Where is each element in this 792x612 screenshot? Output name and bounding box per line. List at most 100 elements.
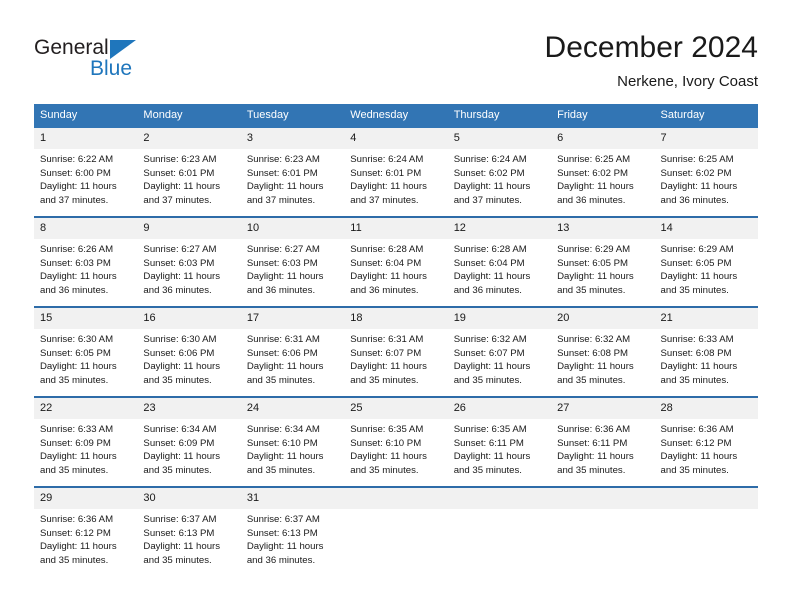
sunrise-text: Sunrise: 6:32 AM (557, 334, 631, 345)
day-number: 29 (34, 488, 138, 509)
day-sun-info: Sunrise: 6:27 AM Sunset: 6:03 PM Daylight:… (137, 239, 240, 297)
daylight-text-line2: and 36 minutes. (40, 284, 109, 296)
day-number: 19 (447, 308, 552, 329)
daylight-text-line2: and 37 minutes. (453, 194, 522, 206)
calendar-day-cell[interactable]: 5 Sunrise: 6:24 AM Sunset: 6:02 PM Daylight… (447, 128, 552, 216)
sunset-text: Sunset: 6:09 PM (143, 437, 215, 449)
calendar-day-cell[interactable]: 7 Sunrise: 6:25 AM Sunset: 6:02 PM Daylight… (654, 128, 758, 216)
calendar-day-cell[interactable]: 29 Sunrise: 6:36 AM Sunset: 6:12 PM Dayligh… (34, 488, 138, 576)
day-sun-info: Sunrise: 6:22 AM Sunset: 6:00 PM Daylight:… (34, 149, 137, 207)
calendar-day-cell[interactable]: 17 Sunrise: 6:31 AM Sunset: 6:06 PM Dayligh… (240, 308, 345, 396)
calendar-day-cell[interactable]: 30 Sunrise: 6:37 AM Sunset: 6:13 PM Dayligh… (137, 488, 241, 576)
weekday-header-friday: Friday (557, 109, 588, 121)
calendar-day-cell[interactable]: 26 Sunrise: 6:35 AM Sunset: 6:11 PM Dayligh… (447, 398, 552, 486)
daylight-text-line2: and 35 minutes. (660, 284, 729, 296)
day-number (447, 488, 552, 509)
calendar-week-row: 8 Sunrise: 6:26 AM Sunset: 6:03 PM Daylight… (34, 216, 758, 306)
calendar-day-cell-empty (344, 488, 448, 576)
daylight-text-line1: Daylight: 11 hours (557, 451, 634, 463)
day-sun-info: Sunrise: 6:36 AM Sunset: 6:12 PM Daylight:… (655, 419, 758, 477)
day-number: 17 (240, 308, 345, 329)
calendar-day-cell[interactable]: 10 Sunrise: 6:27 AM Sunset: 6:03 PM Dayligh… (240, 218, 345, 306)
calendar-day-cell[interactable]: 14 Sunrise: 6:29 AM Sunset: 6:05 PM Dayligh… (654, 218, 758, 306)
daylight-text-line2: and 37 minutes. (143, 194, 212, 206)
sunset-text: Sunset: 6:09 PM (40, 437, 111, 449)
calendar-day-cell[interactable]: 24 Sunrise: 6:34 AM Sunset: 6:10 PM Dayligh… (240, 398, 345, 486)
daylight-text-line1: Daylight: 11 hours (350, 361, 427, 373)
calendar-day-cell[interactable]: 18 Sunrise: 6:31 AM Sunset: 6:07 PM Dayligh… (344, 308, 448, 396)
sunrise-text: Sunrise: 6:27 AM (246, 244, 320, 255)
sunrise-text: Sunrise: 6:31 AM (350, 334, 424, 345)
calendar-day-cell[interactable]: 27 Sunrise: 6:36 AM Sunset: 6:11 PM Dayligh… (551, 398, 655, 486)
page-header: General Blue December 2024 Nerkene, Ivor… (0, 0, 792, 100)
calendar-day-cell[interactable]: 1 Sunrise: 6:22 AM Sunset: 6:00 PM Daylight… (34, 128, 138, 216)
daylight-text-line2: and 36 minutes. (246, 284, 316, 296)
daylight-text-line1: Daylight: 11 hours (350, 271, 427, 283)
calendar-day-cell[interactable]: 19 Sunrise: 6:32 AM Sunset: 6:07 PM Dayligh… (447, 308, 552, 396)
calendar-day-cell[interactable]: 2 Sunrise: 6:23 AM Sunset: 6:01 PM Daylight… (137, 128, 241, 216)
day-number: 24 (240, 398, 345, 419)
day-number: 31 (240, 488, 345, 509)
day-number: 10 (240, 218, 345, 239)
sunrise-text: Sunrise: 6:33 AM (660, 334, 734, 345)
day-number: 4 (344, 128, 448, 149)
sunset-text: Sunset: 6:10 PM (246, 437, 318, 449)
daylight-text-line1: Daylight: 11 hours (453, 451, 531, 463)
calendar-day-cell[interactable]: 11 Sunrise: 6:28 AM Sunset: 6:04 PM Dayligh… (344, 218, 448, 306)
sunrise-text: Sunrise: 6:34 AM (246, 424, 320, 435)
day-sun-info: Sunrise: 6:23 AM Sunset: 6:01 PM Daylight:… (241, 149, 344, 207)
day-sun-info: Sunrise: 6:36 AM Sunset: 6:12 PM Daylight:… (34, 509, 137, 567)
calendar-day-cell[interactable]: 13 Sunrise: 6:29 AM Sunset: 6:05 PM Dayligh… (551, 218, 655, 306)
sunrise-text: Sunrise: 6:36 AM (660, 424, 734, 435)
day-sun-info: Sunrise: 6:23 AM Sunset: 6:01 PM Daylight:… (137, 149, 240, 207)
calendar-day-cell[interactable]: 15 Sunrise: 6:30 AM Sunset: 6:05 PM Dayligh… (34, 308, 138, 396)
calendar-day-cell[interactable]: 3 Sunrise: 6:23 AM Sunset: 6:01 PM Daylight… (240, 128, 345, 216)
day-number: 3 (240, 128, 345, 149)
daylight-text-line2: and 35 minutes. (40, 554, 109, 566)
daylight-text-line1: Daylight: 11 hours (143, 541, 221, 553)
daylight-text-line2: and 36 minutes. (453, 284, 522, 296)
daylight-text-line1: Daylight: 11 hours (660, 361, 738, 373)
calendar-day-cell[interactable]: 16 Sunrise: 6:30 AM Sunset: 6:06 PM Dayligh… (137, 308, 241, 396)
daylight-text-line1: Daylight: 11 hours (40, 361, 117, 373)
day-sun-info: Sunrise: 6:31 AM Sunset: 6:06 PM Daylight:… (241, 329, 344, 387)
daylight-text-line2: and 37 minutes. (350, 194, 419, 206)
day-sun-info: Sunrise: 6:24 AM Sunset: 6:02 PM Daylight:… (448, 149, 551, 207)
daylight-text-line2: and 37 minutes. (246, 194, 316, 206)
daylight-text-line2: and 36 minutes. (143, 284, 212, 296)
calendar-day-cell[interactable]: 25 Sunrise: 6:35 AM Sunset: 6:10 PM Dayligh… (344, 398, 448, 486)
day-number: 6 (551, 128, 655, 149)
weekday-header-thursday: Thursday (453, 109, 500, 121)
calendar-day-cell[interactable]: 23 Sunrise: 6:34 AM Sunset: 6:09 PM Dayligh… (137, 398, 241, 486)
sunset-text: Sunset: 6:07 PM (453, 347, 525, 359)
calendar-day-cell[interactable]: 22 Sunrise: 6:33 AM Sunset: 6:09 PM Dayligh… (34, 398, 138, 486)
sunrise-text: Sunrise: 6:37 AM (246, 514, 320, 525)
general-blue-logo[interactable]: General Blue (34, 36, 214, 88)
daylight-text-line1: Daylight: 11 hours (40, 181, 117, 193)
day-sun-info: Sunrise: 6:32 AM Sunset: 6:07 PM Daylight:… (448, 329, 551, 387)
sunset-text: Sunset: 6:01 PM (350, 167, 422, 179)
day-number: 27 (551, 398, 655, 419)
calendar-day-cell[interactable]: 9 Sunrise: 6:27 AM Sunset: 6:03 PM Daylight… (137, 218, 241, 306)
sunrise-text: Sunrise: 6:29 AM (660, 244, 734, 255)
calendar-week-row: 22 Sunrise: 6:33 AM Sunset: 6:09 PM Dayligh… (34, 396, 758, 486)
calendar-day-cell[interactable]: 31 Sunrise: 6:37 AM Sunset: 6:13 PM Dayligh… (240, 488, 345, 576)
sunrise-text: Sunrise: 6:28 AM (350, 244, 424, 255)
calendar-day-cell[interactable]: 4 Sunrise: 6:24 AM Sunset: 6:01 PM Daylight… (344, 128, 448, 216)
day-sun-info: Sunrise: 6:33 AM Sunset: 6:08 PM Daylight:… (655, 329, 758, 387)
daylight-text-line1: Daylight: 11 hours (660, 451, 738, 463)
day-number: 28 (654, 398, 758, 419)
calendar-day-cell[interactable]: 20 Sunrise: 6:32 AM Sunset: 6:08 PM Dayligh… (551, 308, 655, 396)
calendar-day-cell[interactable]: 28 Sunrise: 6:36 AM Sunset: 6:12 PM Dayligh… (654, 398, 758, 486)
sunrise-text: Sunrise: 6:36 AM (40, 514, 114, 525)
daylight-text-line2: and 35 minutes. (660, 374, 729, 386)
calendar-day-cell[interactable]: 6 Sunrise: 6:25 AM Sunset: 6:02 PM Daylight… (551, 128, 655, 216)
daylight-text-line1: Daylight: 11 hours (557, 271, 634, 283)
calendar-day-cell[interactable]: 12 Sunrise: 6:28 AM Sunset: 6:04 PM Dayligh… (447, 218, 552, 306)
day-sun-info: Sunrise: 6:37 AM Sunset: 6:13 PM Daylight:… (137, 509, 240, 567)
calendar-day-cell[interactable]: 8 Sunrise: 6:26 AM Sunset: 6:03 PM Daylight… (34, 218, 138, 306)
calendar-day-cell[interactable]: 21 Sunrise: 6:33 AM Sunset: 6:08 PM Dayligh… (654, 308, 758, 396)
page-subtitle: Nerkene, Ivory Coast (617, 73, 758, 90)
sunrise-text: Sunrise: 6:27 AM (143, 244, 217, 255)
sunrise-text: Sunrise: 6:30 AM (143, 334, 217, 345)
